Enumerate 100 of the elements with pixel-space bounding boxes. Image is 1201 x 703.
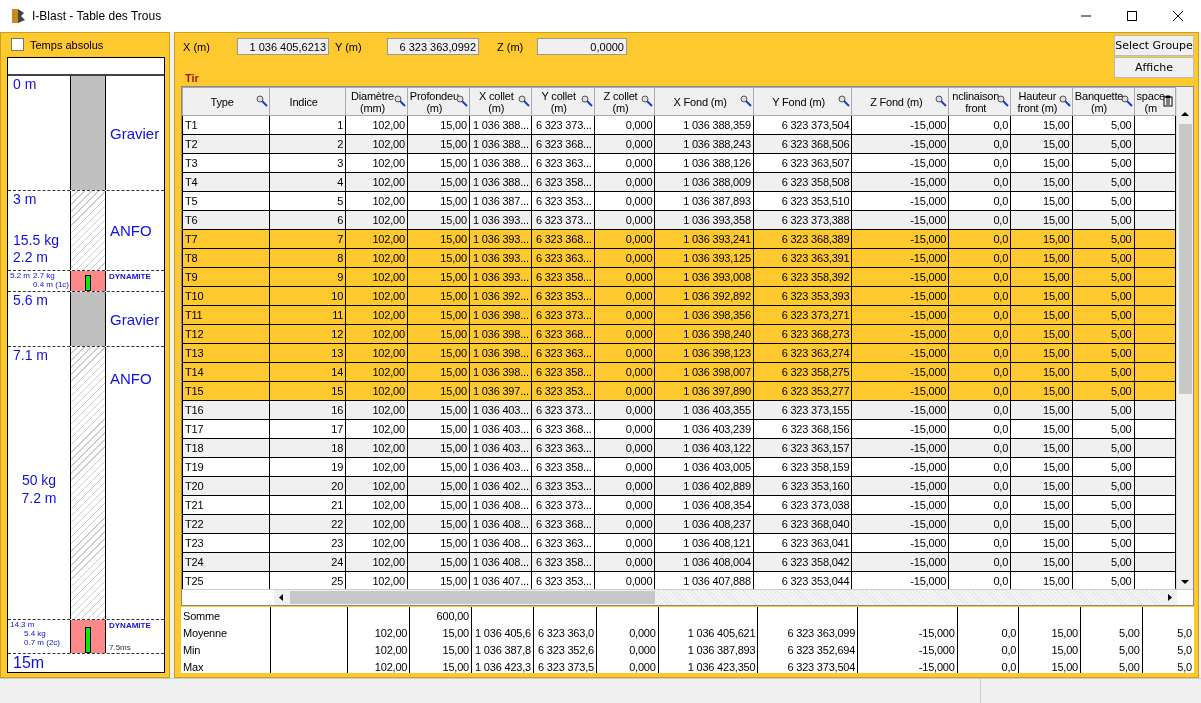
column-header[interactable]: Z collet (m) bbox=[594, 87, 655, 116]
column-header[interactable]: Banquette (m) bbox=[1072, 87, 1134, 116]
table-cell: 15,00 bbox=[1010, 533, 1073, 553]
summary-cell: 5,00 bbox=[1080, 624, 1143, 641]
coordinate-field[interactable]: 1 036 405,6213 bbox=[237, 38, 329, 55]
table-cell: 1 036 408... bbox=[469, 533, 532, 553]
table-cell: -15,000 bbox=[851, 153, 949, 173]
table-cell: 15,00 bbox=[407, 191, 470, 211]
horizontal-scrollbar[interactable] bbox=[274, 590, 1177, 605]
column-header[interactable]: Indice bbox=[269, 87, 346, 116]
search-icon bbox=[393, 95, 406, 107]
table-row[interactable]: T22 22 102,00 15,00 1 036 408... 6 323 368... 0,000 1 036 408,237 6 323 368,040 -15,000 0,0 15,00 5,00 bbox=[182, 514, 1176, 534]
table-cell: 23 bbox=[269, 533, 346, 553]
vertical-scrollbar[interactable] bbox=[1176, 87, 1193, 589]
table-cell: 0,000 bbox=[594, 153, 655, 173]
table-row[interactable]: T1 1 102,00 15,00 1 036 388... 6 323 373... 0,000 1 036 388,359 6 323 373,504 -15,000 0,0 15,00 5,00 bbox=[182, 115, 1176, 135]
table-row[interactable]: T10 10 102,00 15,00 1 036 392... 6 323 353... 0,000 1 036 392,892 6 323 353,393 -15,000 0,0 15,00 5,00 bbox=[182, 286, 1176, 306]
table-row[interactable]: T13 13 102,00 15,00 1 036 398... 6 323 363... 0,000 1 036 398,123 6 323 363,274 -15,000 0,0 15,00 5,00 bbox=[182, 343, 1176, 363]
depth-label: 14.3 m bbox=[10, 620, 36, 629]
search-icon bbox=[580, 95, 593, 107]
column-header[interactable]: X Fond (m) bbox=[654, 87, 754, 116]
column-header[interactable]: Y collet (m) bbox=[531, 87, 595, 116]
maximize-icon bbox=[1127, 11, 1137, 21]
summary-cell: 102,00 bbox=[347, 624, 410, 641]
table-row[interactable]: T5 5 102,00 15,00 1 036 387... 6 323 353... 0,000 1 036 387,893 6 323 353,510 -15,000 0,0 15,00 5,00 bbox=[182, 191, 1176, 211]
table-row[interactable]: T24 24 102,00 15,00 1 036 408... 6 323 358... 0,000 1 036 408,004 6 323 358,042 -15,000 0,0 15,00 5,00 bbox=[182, 552, 1176, 572]
table-row[interactable]: T6 6 102,00 15,00 1 036 393... 6 323 373... 0,000 1 036 393,358 6 323 373,388 -15,000 0,0 15,00 5,00 bbox=[182, 210, 1176, 230]
summary-cell: 15,00 bbox=[409, 658, 472, 673]
table-cell: -15,000 bbox=[851, 115, 949, 135]
column-header[interactable]: Diamètre (mm) bbox=[345, 87, 408, 116]
column-header[interactable]: Profondeu (m) bbox=[407, 87, 470, 116]
table-cell: 15,00 bbox=[1010, 457, 1073, 477]
table-row[interactable]: T17 17 102,00 15,00 1 036 403... 6 323 368... 0,000 1 036 403,239 6 323 368,156 -15,000 0,0 15,00 5,00 bbox=[182, 419, 1176, 439]
coordinate-field[interactable]: 6 323 363,0992 bbox=[387, 38, 479, 55]
table-cell: -15,000 bbox=[851, 533, 949, 553]
summary-cell: 15,00 bbox=[409, 641, 472, 658]
table-cell: 15,00 bbox=[407, 419, 470, 439]
close-icon bbox=[1173, 11, 1183, 21]
table-row[interactable]: T7 7 102,00 15,00 1 036 393... 6 323 368... 0,000 1 036 393,241 6 323 368,389 -15,000 0,0 15,00 5,00 bbox=[182, 229, 1176, 249]
table-row[interactable]: T2 2 102,00 15,00 1 036 388... 6 323 368... 0,000 1 036 388,243 6 323 368,506 -15,000 0,0 15,00 5,00 bbox=[182, 134, 1176, 154]
table-cell: 3 bbox=[269, 153, 346, 173]
column-header[interactable]: Hauteur front (m) bbox=[1010, 87, 1073, 116]
search-icon bbox=[838, 95, 851, 107]
column-header[interactable]: Y Fond (m) bbox=[753, 87, 852, 116]
charge-mass: 5.4 kg bbox=[24, 629, 47, 638]
depth-label: 7.1 m bbox=[13, 347, 49, 363]
table-row[interactable]: T16 16 102,00 15,00 1 036 403... 6 323 373... 0,000 1 036 403,355 6 323 373,155 -15,000 0,0 15,00 5,00 bbox=[182, 400, 1176, 420]
layer-label: Gravier bbox=[110, 124, 160, 142]
column-header[interactable]: space (m bbox=[1134, 87, 1176, 116]
table-cell: 0,000 bbox=[594, 115, 655, 135]
table-row[interactable]: T21 21 102,00 15,00 1 036 408... 6 323 373... 0,000 1 036 408,354 6 323 373,038 -15,000 0,0 15,00 5,00 bbox=[182, 495, 1176, 515]
table-cell: 0,0 bbox=[948, 115, 1011, 135]
search-icon bbox=[935, 95, 948, 107]
coordinate-field[interactable]: 0,0000 bbox=[537, 38, 627, 55]
table-cell: 102,00 bbox=[345, 115, 408, 135]
table-cell: 1 036 388... bbox=[469, 115, 532, 135]
scroll-thumb[interactable] bbox=[1178, 124, 1192, 394]
table-row[interactable]: T9 9 102,00 15,00 1 036 393... 6 323 358... 0,000 1 036 393,008 6 323 358,392 -15,000 0,0 15,00 5,00 bbox=[182, 267, 1176, 287]
toolbar-button[interactable]: Select Groupe bbox=[1114, 35, 1194, 56]
table-row[interactable]: T3 3 102,00 15,00 1 036 388... 6 323 363... 0,000 1 036 388,126 6 323 363,507 -15,000 0,0 15,00 5,00 bbox=[182, 153, 1176, 173]
table-row[interactable]: T12 12 102,00 15,00 1 036 398... 6 323 368... 0,000 1 036 398,240 6 323 368,273 -15,000 0,0 15,00 5,00 bbox=[182, 324, 1176, 344]
checkbox[interactable] bbox=[11, 38, 24, 51]
layer-label: ANFO bbox=[110, 222, 152, 239]
depth-label: 3 m bbox=[13, 191, 38, 207]
summary-cell: 15,00 bbox=[1018, 641, 1081, 658]
table-row[interactable]: T15 15 102,00 15,00 1 036 397... 6 323 353... 0,000 1 036 397,890 6 323 353,277 -15,000 0,0 15,00 5,00 bbox=[182, 381, 1176, 401]
table-cell: 1 036 388,359 bbox=[654, 115, 754, 135]
table-cell: 5,00 bbox=[1072, 191, 1134, 211]
table-row[interactable]: T8 8 102,00 15,00 1 036 393... 6 323 363... 0,000 1 036 393,125 6 323 363,391 -15,000 0,0 15,00 5,00 bbox=[182, 248, 1176, 268]
table-cell: 15,00 bbox=[1010, 419, 1073, 439]
table-cell: 102,00 bbox=[345, 191, 408, 211]
table-row[interactable]: T20 20 102,00 15,00 1 036 402... 6 323 353... 0,000 1 036 402,889 6 323 353,160 -15,000 0,0 15,00 5,00 bbox=[182, 476, 1176, 496]
table-row[interactable]: T23 23 102,00 15,00 1 036 408... 6 323 363... 0,000 1 036 408,121 6 323 363,041 -15,000 0,0 15,00 5,00 bbox=[182, 533, 1176, 553]
table-cell: 5,00 bbox=[1072, 457, 1134, 477]
table-cell: 1 036 387... bbox=[469, 191, 532, 211]
toolbar-button[interactable]: Affiche bbox=[1114, 57, 1194, 78]
summary-cell: 1 036 387,893 bbox=[658, 641, 758, 658]
summary-cell: 5,0 bbox=[1142, 641, 1194, 658]
column-header[interactable]: nclinaison front bbox=[948, 87, 1011, 116]
table-cell: 15,00 bbox=[407, 115, 470, 135]
layer-label: Gravier bbox=[110, 310, 160, 328]
table-cell: 102,00 bbox=[345, 495, 408, 515]
table-cell: 6 323 373... bbox=[531, 115, 595, 135]
table-cell: 1 036 388,126 bbox=[654, 153, 754, 173]
column-header[interactable]: Z Fond (m) bbox=[851, 87, 949, 116]
column-header[interactable]: X collet (m) bbox=[469, 87, 532, 116]
summary-cell: 5,00 bbox=[1080, 658, 1143, 673]
summary-cell: 102,00 bbox=[347, 658, 410, 673]
table-row[interactable]: T11 11 102,00 15,00 1 036 398... 6 323 373... 0,000 1 036 398,356 6 323 373,271 -15,000 0,0 15,00 5,00 bbox=[182, 305, 1176, 325]
table-row[interactable]: T18 18 102,00 15,00 1 036 403... 6 323 363... 0,000 1 036 403,122 6 323 363,157 -15,000 0,0 15,00 5,00 bbox=[182, 438, 1176, 458]
table-cell: 0,000 bbox=[594, 495, 655, 515]
table-row[interactable]: T4 4 102,00 15,00 1 036 388... 6 323 358... 0,000 1 036 388,009 6 323 358,508 -15,000 0,0 15,00 5,00 bbox=[182, 172, 1176, 192]
scroll-thumb[interactable] bbox=[290, 591, 655, 604]
charge-length: 0.7 m (2c) bbox=[24, 638, 61, 647]
table-row[interactable]: T19 19 102,00 15,00 1 036 403... 6 323 358... 0,000 1 036 403,005 6 323 358,159 -15,000 0,0 15,00 5,00 bbox=[182, 457, 1176, 477]
window-title: I-Blast - Table des Trous bbox=[32, 9, 163, 23]
table-cell: 6 323 373... bbox=[531, 495, 595, 515]
column-header[interactable]: Type bbox=[182, 87, 270, 116]
table-cell: 1 036 403,239 bbox=[654, 419, 754, 439]
table-row[interactable]: T14 14 102,00 15,00 1 036 398... 6 323 358... 0,000 1 036 398,007 6 323 358,275 -15,000 0,0 15,00 5,00 bbox=[182, 362, 1176, 382]
